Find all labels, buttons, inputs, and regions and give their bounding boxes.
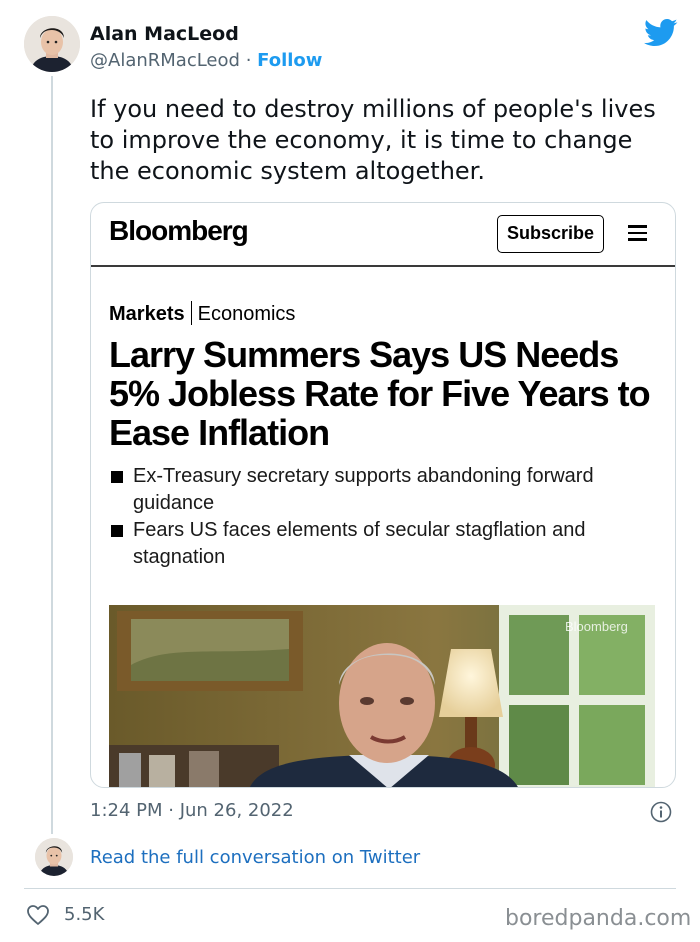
photo-watermark: Bloomberg: [565, 619, 628, 634]
article-bullet: Fears US faces elements of secular stagf…: [109, 517, 659, 571]
footer-divider: [24, 888, 676, 889]
bloomberg-logo: Bloomberg: [109, 215, 249, 246]
info-icon[interactable]: [650, 801, 672, 823]
author-handle-row: @AlanRMacLeod · Follow: [90, 50, 322, 71]
article-photo: Bloomberg: [109, 605, 655, 787]
author-handle[interactable]: @AlanRMacLeod: [90, 50, 240, 71]
article-breadcrumb: Markets Economics: [109, 301, 295, 326]
subscribe-button: Subscribe: [497, 215, 604, 253]
author-display-name[interactable]: Alan MacLeod: [90, 23, 239, 45]
read-conversation-link[interactable]: Read the full conversation on Twitter: [90, 847, 420, 868]
article-headline: Larry Summers Says US Needs 5% Jobless R…: [109, 334, 651, 453]
twitter-bird-icon[interactable]: [644, 18, 678, 48]
breadcrumb-section: Markets: [109, 303, 185, 325]
breadcrumb-divider: [190, 301, 192, 325]
breadcrumb-subsection: Economics: [197, 303, 296, 325]
article-bullets: Ex-Treasury secretary supports abandonin…: [109, 463, 659, 571]
bullet-square-icon: [111, 471, 123, 483]
handle-separator: ·: [245, 50, 252, 71]
bloomberg-header: Bloomberg Subscribe: [91, 203, 675, 267]
tweet-text: If you need to destroy millions of peopl…: [90, 95, 656, 185]
like-count[interactable]: 5.5K: [64, 904, 104, 925]
author-avatar-small[interactable]: [35, 838, 73, 876]
article-bullet: Ex-Treasury secretary supports abandonin…: [109, 463, 659, 517]
author-avatar[interactable]: [24, 16, 80, 72]
bullet-text: Fears US faces elements of secular stagf…: [133, 519, 586, 568]
heart-icon[interactable]: [26, 904, 50, 926]
follow-button[interactable]: Follow: [257, 50, 322, 71]
site-watermark: boredpanda.com: [505, 906, 692, 931]
embedded-image[interactable]: Bloomberg Subscribe Markets Economics Lar…: [90, 202, 676, 788]
tweet-card: Alan MacLeod @AlanRMacLeod · Follow If y…: [0, 0, 700, 942]
bullet-square-icon: [111, 525, 123, 537]
hamburger-menu-icon: [628, 225, 647, 241]
bullet-text: Ex-Treasury secretary supports abandonin…: [133, 465, 594, 514]
thread-line: [51, 76, 53, 834]
tweet-timestamp[interactable]: 1:24 PM · Jun 26, 2022: [90, 800, 294, 821]
